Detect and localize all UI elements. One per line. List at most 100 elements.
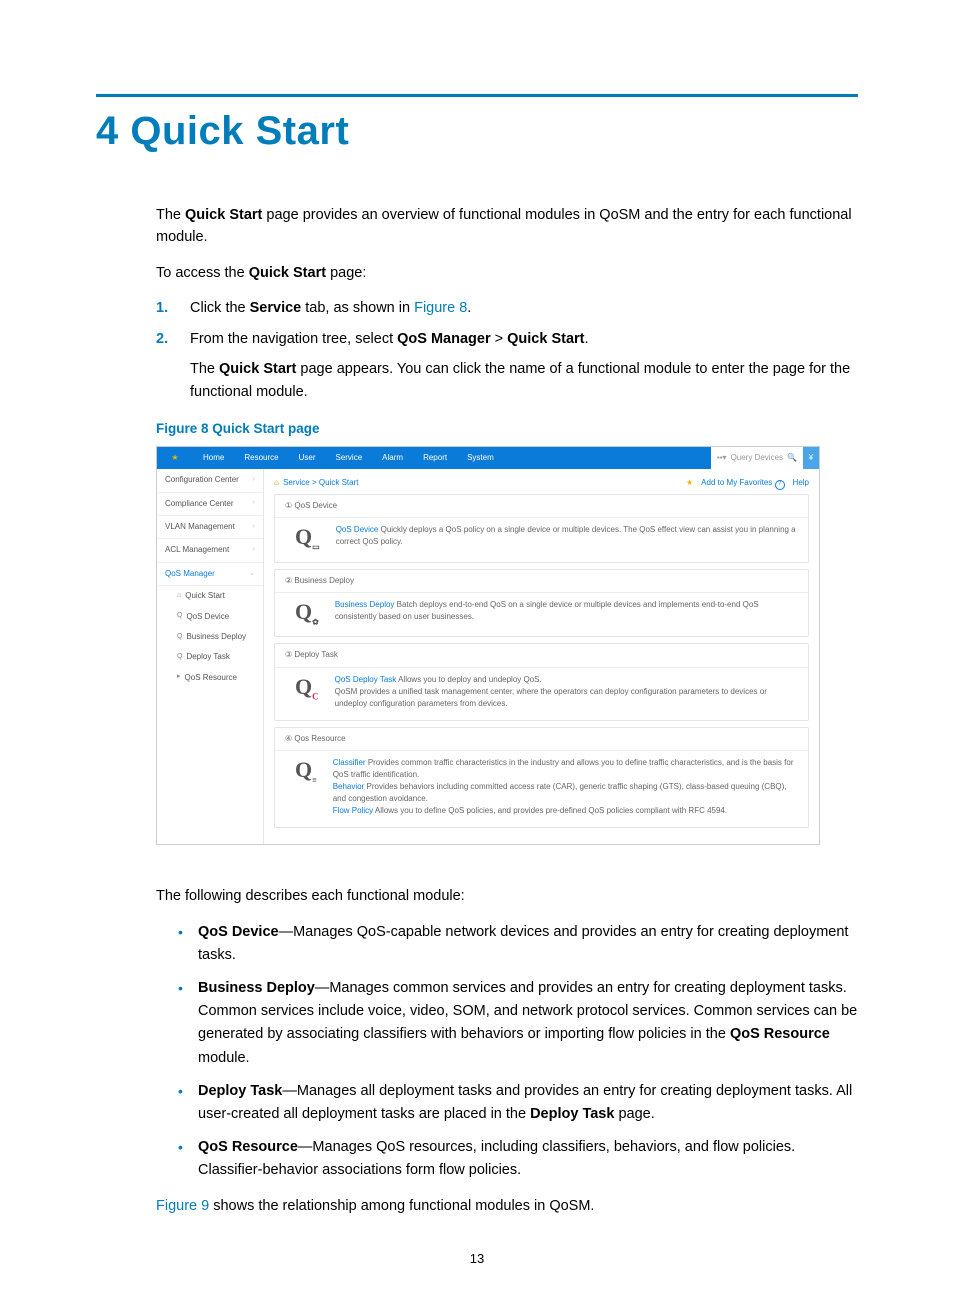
search-dropdown-icon[interactable]: ¥: [803, 447, 819, 469]
page-number: 13: [0, 1251, 954, 1266]
desc-qos-device: QoS Device—Manages QoS-capable network d…: [178, 921, 858, 967]
t: Provides common traffic characteristics …: [333, 758, 794, 779]
ss-main: ⌂ Service > Quick Start ★ Add to My Favor…: [264, 469, 819, 844]
step-1: 1. Click the Service tab, as shown in Fi…: [156, 297, 858, 319]
step-num: 1.: [156, 297, 174, 319]
sidebar-item-vlan[interactable]: VLAN Management›: [157, 516, 263, 539]
business-deploy-link[interactable]: Business Deploy: [335, 600, 395, 609]
desc-deploy-task: Deploy Task—Manages all deployment tasks…: [178, 1080, 858, 1126]
chevron-right-icon: ›: [253, 498, 255, 509]
figure-9-reference: Figure 9 shows the relationship among fu…: [156, 1195, 858, 1217]
t: shows the relationship among functional …: [209, 1198, 594, 1214]
deploy-task-icon: QC: [295, 674, 319, 701]
home-icon[interactable]: ⌂: [274, 478, 279, 487]
sidebar-item-compliance[interactable]: Compliance Center›: [157, 493, 263, 516]
help-icon: ?: [775, 480, 785, 490]
sidebar-item-acl[interactable]: ACL Management›: [157, 539, 263, 562]
access-text: To access the Quick Start page:: [156, 262, 858, 284]
crumb-service-link[interactable]: Service: [283, 478, 310, 487]
crumb-current: Quick Start: [319, 478, 359, 487]
t: The: [190, 361, 219, 377]
classifier-link[interactable]: Classifier: [333, 758, 366, 767]
tab-system[interactable]: System: [457, 447, 504, 469]
t: Service: [250, 300, 302, 316]
figure-9-link[interactable]: Figure 9: [156, 1198, 209, 1214]
t: To access the: [156, 265, 249, 281]
behavior-link[interactable]: Behavior: [333, 782, 365, 791]
sidebar-sub-qos-resource[interactable]: ▸QoS Resource: [157, 668, 263, 688]
sidebar-sub-business-deploy[interactable]: QBusiness Deploy: [157, 627, 263, 647]
breadcrumb: ⌂ Service > Quick Start ★ Add to My Favor…: [274, 473, 809, 494]
tab-home[interactable]: Home: [193, 447, 234, 469]
chevron-right-icon: ›: [253, 545, 255, 556]
sidebar-sub-quick-start[interactable]: ⌂Quick Start: [157, 586, 263, 606]
sidebar-item-config-center[interactable]: Configuration Center›: [157, 469, 263, 492]
q-icon: Q: [177, 611, 182, 622]
figure-8-caption: Figure 8 Quick Start page: [156, 419, 858, 440]
describe-intro: The following describes each functional …: [156, 885, 858, 907]
describe-list: QoS Device—Manages QoS-capable network d…: [156, 921, 858, 1183]
t: .: [467, 300, 471, 316]
t: Quick Start: [219, 361, 296, 377]
sep: >: [310, 478, 319, 487]
card-business-deploy: ② Business Deploy Q✿ Business Deploy Bat…: [274, 569, 809, 638]
tab-report[interactable]: Report: [413, 447, 457, 469]
steps-list: 1. Click the Service tab, as shown in Fi…: [156, 297, 858, 403]
add-favorites-link[interactable]: Add to My Favorites: [701, 478, 772, 487]
tab-user[interactable]: User: [289, 447, 326, 469]
tab-service[interactable]: Service: [325, 447, 372, 469]
t: QoSM provides a unified task management …: [335, 687, 767, 708]
figure-8-screenshot: ★ Home Resource User Service Alarm Repor…: [156, 446, 820, 845]
favorites-star-icon[interactable]: ★: [157, 447, 193, 469]
t: Quick Start: [185, 207, 262, 223]
sidebar-sub-deploy-task[interactable]: QDeploy Task: [157, 647, 263, 667]
card-head: ③ Deploy Task: [275, 644, 808, 667]
step-2: 2. From the navigation tree, select QoS …: [156, 328, 858, 403]
t: Allows you to deploy and undeploy QoS.: [396, 675, 541, 684]
flow-policy-link[interactable]: Flow Policy: [333, 806, 373, 815]
card-head: ④ Qos Resource: [275, 728, 808, 751]
star-icon: ★: [686, 478, 693, 487]
devices-icon: ▪▪▾: [717, 452, 727, 464]
t: .: [585, 331, 589, 347]
t: Quick Start: [249, 265, 326, 281]
t: QoS Manager: [397, 331, 490, 347]
chevron-right-icon: ›: [253, 475, 255, 486]
chevron-down-icon: ⌄: [249, 569, 255, 580]
t: Click the: [190, 300, 250, 316]
card-head: ② Business Deploy: [275, 570, 808, 593]
content: The Quick Start page provides an overvie…: [96, 204, 858, 1217]
sidebar-sub-qos-device[interactable]: QQoS Device: [157, 607, 263, 627]
t: Batch deploys end-to-end QoS on a single…: [335, 600, 759, 621]
figure-8-link[interactable]: Figure 8: [414, 300, 467, 316]
card-qos-resource: ④ Qos Resource Q≡ Classifier Provides co…: [274, 727, 809, 828]
search-placeholder: Query Devices: [731, 452, 783, 464]
chevron-right-icon: ▸: [177, 672, 181, 683]
search-icon[interactable]: 🔍: [787, 452, 797, 464]
ss-topbar: ★ Home Resource User Service Alarm Repor…: [157, 447, 819, 469]
qos-resource-icon: Q≡: [295, 757, 317, 784]
t: page:: [326, 265, 366, 281]
desc-business-deploy: Business Deploy—Manages common services …: [178, 977, 858, 1070]
card-deploy-task: ③ Deploy Task QC QoS Deploy Task Allows …: [274, 643, 809, 720]
deploy-task-link[interactable]: QoS Deploy Task: [335, 675, 397, 684]
t: Quickly deploys a QoS policy on a single…: [336, 525, 796, 546]
qos-device-link[interactable]: QoS Device: [336, 525, 379, 534]
qos-device-icon: Q▭: [295, 524, 320, 551]
card-head: ① QoS Device: [275, 495, 808, 518]
tab-alarm[interactable]: Alarm: [372, 447, 413, 469]
t: tab, as shown in: [301, 300, 414, 316]
ss-sidebar: Configuration Center› Compliance Center›…: [157, 469, 264, 844]
help-link[interactable]: Help: [793, 478, 809, 487]
step-num: 2.: [156, 328, 174, 403]
tab-resource[interactable]: Resource: [234, 447, 288, 469]
desc-qos-resource: QoS Resource—Manages QoS resources, incl…: [178, 1136, 858, 1182]
t: Quick Start: [507, 331, 584, 347]
t: Allows you to define QoS policies, and p…: [373, 806, 727, 815]
chevron-right-icon: ›: [253, 522, 255, 533]
search-bar[interactable]: ▪▪▾ Query Devices 🔍: [711, 447, 803, 469]
q-icon: Q: [177, 652, 182, 663]
card-qos-device: ① QoS Device Q▭ QoS Device Quickly deplo…: [274, 494, 809, 563]
t: Provides behaviors including committed a…: [333, 782, 787, 803]
sidebar-item-qos-manager[interactable]: QoS Manager⌄: [157, 563, 263, 586]
